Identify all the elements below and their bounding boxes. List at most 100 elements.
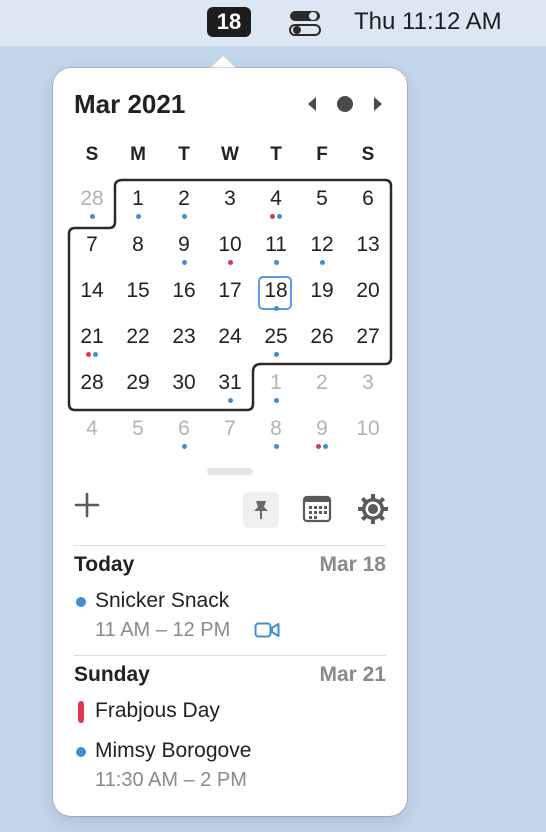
day-cell[interactable]: 21: [69, 322, 115, 352]
menubar-clock[interactable]: Thu 11:12 AM: [354, 7, 502, 37]
event-dot: [319, 260, 325, 265]
event-indicator-dots: [253, 214, 299, 220]
agenda-divider: [74, 545, 386, 546]
day-cell[interactable]: 5: [115, 414, 161, 444]
agenda-section-title: Sunday: [74, 663, 150, 686]
pin-icon: [254, 501, 268, 519]
day-cell[interactable]: 28: [69, 368, 115, 398]
day-cell[interactable]: 10: [345, 414, 391, 444]
day-cell[interactable]: 26: [299, 322, 345, 352]
event-dot: [323, 444, 328, 449]
day-cell[interactable]: 31: [207, 368, 253, 398]
event-dot: [181, 444, 187, 449]
event-indicator-dots: [253, 398, 299, 404]
day-cell[interactable]: 15: [115, 276, 161, 306]
event-time: 11 AM – 12 PM: [95, 619, 231, 641]
event-indicator-dots: [161, 214, 207, 220]
day-cell[interactable]: 5: [299, 184, 345, 214]
event-indicator-dots: [253, 306, 299, 312]
gear-icon[interactable]: [357, 493, 389, 525]
pin-button[interactable]: [243, 492, 279, 528]
day-cell[interactable]: 27: [345, 322, 391, 352]
event-dot: [227, 260, 233, 265]
event-indicator-dots: [69, 352, 115, 358]
day-cell[interactable]: 30: [161, 368, 207, 398]
day-cell[interactable]: 2: [161, 184, 207, 214]
day-cell[interactable]: 17: [207, 276, 253, 306]
event-dot: [181, 214, 187, 219]
day-cell[interactable]: 8: [253, 414, 299, 444]
day-cell[interactable]: 16: [161, 276, 207, 306]
day-cell[interactable]: 3: [345, 368, 391, 398]
day-cell[interactable]: 24: [207, 322, 253, 352]
day-cell[interactable]: 20: [345, 276, 391, 306]
calendar-popover: Mar 2021 SMTWTFS 28 1 2 3 4 5 6 7 8 9 10 11 12 13 14 15…: [53, 68, 407, 816]
day-cell[interactable]: 14: [69, 276, 115, 306]
agenda-section-date: Mar 21: [319, 663, 386, 686]
agenda-section-date: Mar 18: [319, 553, 386, 576]
event-indicator-dots: [207, 398, 253, 404]
event-dot: [273, 444, 279, 449]
menu-bar: 18 Thu 11:12 AM: [0, 0, 546, 46]
event-indicator-dots: [253, 352, 299, 358]
plus-icon[interactable]: [74, 492, 100, 518]
day-cell[interactable]: 23: [161, 322, 207, 352]
day-cell[interactable]: 12: [299, 230, 345, 260]
resize-handle[interactable]: [207, 468, 253, 475]
event-indicator-dots: [69, 214, 115, 220]
day-cell[interactable]: 19: [299, 276, 345, 306]
day-cell[interactable]: 29: [115, 368, 161, 398]
day-cell[interactable]: 6: [345, 184, 391, 214]
event-dot: [227, 398, 233, 403]
day-cell[interactable]: 11: [253, 230, 299, 260]
video-camera-icon[interactable]: [254, 621, 280, 639]
event-title[interactable]: Mimsy Borogove: [95, 739, 251, 763]
calendar-date-badge[interactable]: 18: [207, 7, 251, 37]
event-dot: [277, 214, 282, 219]
day-cell[interactable]: 3: [207, 184, 253, 214]
day-cell-today[interactable]: 18: [253, 276, 299, 306]
event-dot: [135, 214, 141, 219]
event-dot: [270, 214, 275, 219]
event-dot: [273, 260, 279, 265]
day-cell[interactable]: 28: [69, 184, 115, 214]
event-color-dot: [76, 597, 86, 607]
day-cell[interactable]: 2: [299, 368, 345, 398]
day-cell[interactable]: 7: [207, 414, 253, 444]
day-cell[interactable]: 7: [69, 230, 115, 260]
event-dot: [86, 352, 91, 357]
day-cell[interactable]: 1: [115, 184, 161, 214]
event-title[interactable]: Snicker Snack: [95, 589, 229, 613]
day-cell[interactable]: 8: [115, 230, 161, 260]
day-cell[interactable]: 10: [207, 230, 253, 260]
event-dot: [93, 352, 98, 357]
day-cell[interactable]: 4: [69, 414, 115, 444]
day-cell[interactable]: 22: [115, 322, 161, 352]
day-cell[interactable]: 1: [253, 368, 299, 398]
day-cell[interactable]: 4: [253, 184, 299, 214]
event-indicator-dots: [299, 260, 345, 266]
event-dot: [273, 352, 279, 357]
day-cell[interactable]: 9: [299, 414, 345, 444]
event-indicator-dots: [161, 260, 207, 266]
control-center-icon[interactable]: [289, 9, 321, 37]
event-dot: [181, 260, 187, 265]
event-indicator-dots: [161, 444, 207, 450]
event-indicator-dots: [253, 444, 299, 450]
event-time: 11:30 AM – 2 PM: [95, 769, 247, 791]
event-indicator-dots: [207, 260, 253, 266]
event-title[interactable]: Frabjous Day: [95, 699, 220, 723]
agenda-section-title: Today: [74, 553, 135, 576]
day-cell[interactable]: 13: [345, 230, 391, 260]
event-dot: [273, 398, 279, 403]
event-dot: [89, 214, 95, 219]
day-cell[interactable]: 25: [253, 322, 299, 352]
event-indicator-dots: [253, 260, 299, 266]
day-cell[interactable]: 9: [161, 230, 207, 260]
calendar-grid-icon[interactable]: [302, 494, 332, 524]
day-cell[interactable]: 6: [161, 414, 207, 444]
all-day-event-bar: [78, 701, 84, 723]
agenda-divider: [74, 655, 386, 656]
event-indicator-dots: [299, 444, 345, 450]
event-color-dot: [76, 747, 86, 757]
